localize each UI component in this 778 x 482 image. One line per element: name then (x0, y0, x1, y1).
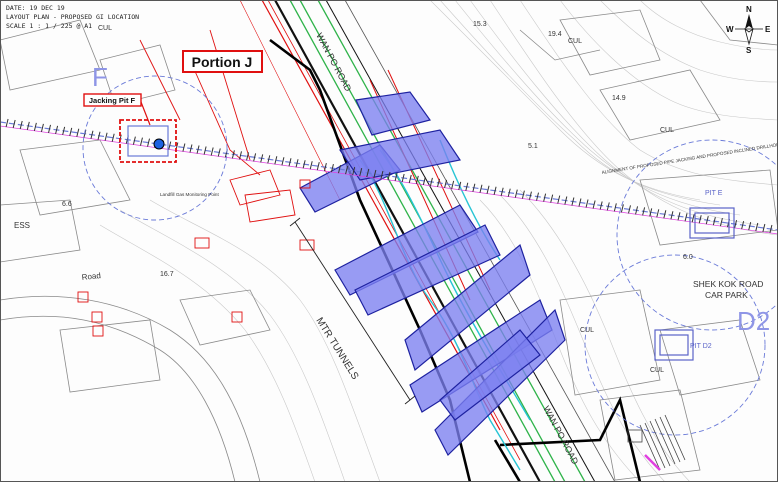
alignment-tick (451, 180, 455, 189)
car-park-label-1: SHEK KOK ROAD (693, 279, 763, 289)
road-label-bottom: WAN PO ROAD (541, 404, 580, 466)
elev-label-6: 6.0 (683, 254, 693, 261)
compass-w: W (726, 25, 734, 34)
alignment-tick (246, 152, 250, 161)
car-park-label-2: CAR PARK (705, 290, 748, 300)
north-arrow: N S E W (726, 5, 771, 55)
alignment-note: ALIGNMENT OF PROPOSED PIPE JACKING AND P… (601, 142, 778, 175)
alignment-tick (139, 137, 143, 146)
zone-d2-label: D2 (737, 306, 770, 336)
cul-label-3: CUL (660, 127, 674, 134)
cul-label-2: CUL (568, 38, 582, 45)
header-block: DATE: 19 DEC 19 LAYOUT PLAN - PROPOSED G… (6, 4, 139, 30)
car-park-hatch (627, 414, 686, 471)
road-small-label: Road (81, 271, 101, 282)
pit-d2-label: PIT D2 (690, 343, 712, 350)
zone-f-label: F (92, 62, 108, 92)
landfill-note: Landfill Gas Monitoring Point (160, 192, 219, 197)
alignment-tick (514, 189, 518, 198)
header-scale: SCALE 1 : 1 / 225 @ A1 (6, 22, 92, 30)
jacking-pit-label: Jacking Pit F (89, 96, 136, 105)
alignment-tick (620, 204, 624, 213)
elev-label-1: 6.6 (62, 201, 72, 208)
tunnels-label: MTR TUNNELS (313, 316, 360, 382)
alignment-tick (210, 147, 214, 156)
elev-label-2: 16.7 (160, 271, 174, 278)
alignment-tick (5, 118, 9, 128)
jacking-pit-f (119, 119, 177, 163)
elev-label-7: 5.1 (528, 143, 538, 150)
elev-label-5: 14.9 (612, 95, 626, 102)
zone-1 (355, 91, 431, 136)
cul-label-1: CUL (98, 25, 112, 32)
elev-label-4: 19.4 (548, 31, 562, 38)
cul-label-4: CUL (650, 367, 664, 374)
cul-label-5: CUL (580, 327, 594, 334)
portion-callout: Portion J (182, 50, 263, 73)
ess-label: ESS (14, 221, 30, 230)
alignment-tick (550, 194, 554, 203)
alignment-tick (486, 185, 490, 194)
alignment-tick (656, 209, 660, 218)
pit-e-label: PIT E (705, 190, 723, 197)
red-features (77, 29, 315, 337)
compass-needle-icon (745, 14, 753, 29)
compass-e: E (765, 25, 771, 34)
portion-label: Portion J (192, 54, 253, 70)
layout-plan-drawing: DATE: 19 DEC 19 LAYOUT PLAN - PROPOSED G… (0, 0, 778, 482)
elev-label-3: 15.3 (473, 21, 487, 28)
alignment-tick (309, 161, 313, 170)
header-date: DATE: 19 DEC 19 (6, 4, 65, 12)
alignment-tick (40, 123, 44, 133)
compass-n: N (746, 5, 752, 14)
compass-s: S (746, 46, 752, 55)
header-plan: LAYOUT PLAN - PROPOSED GI LOCATION (6, 13, 139, 21)
site-plan-svg: DATE: 19 DEC 19 LAYOUT PLAN - PROPOSED G… (0, 0, 778, 482)
alignment-tick (585, 199, 589, 208)
alignment-tick (104, 132, 108, 141)
